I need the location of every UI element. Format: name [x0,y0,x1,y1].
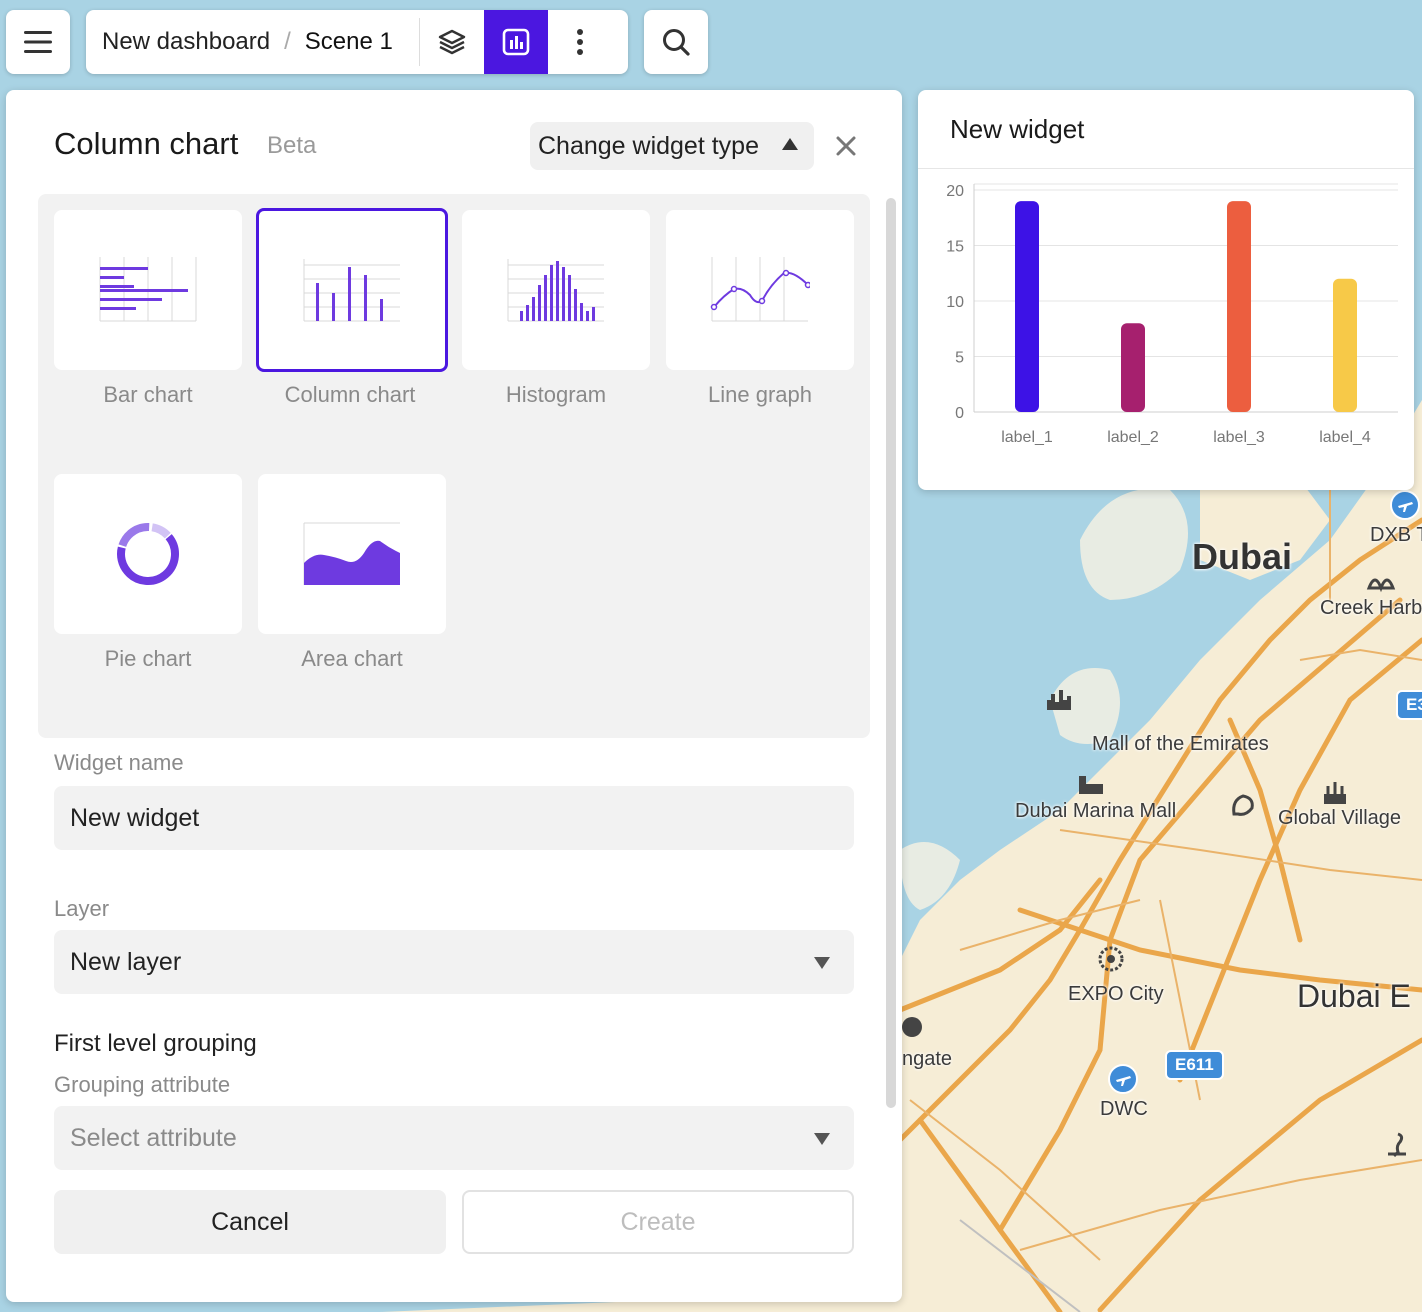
bar-label_1 [1015,201,1039,412]
chart-type-area[interactable] [258,474,446,634]
layers-icon [438,29,466,55]
caret-up-icon [782,138,798,150]
breadcrumb-separator: / [284,28,291,55]
map-label-dwc: DWC [1100,1098,1148,1120]
breadcrumb-dashboard[interactable]: New dashboard [86,28,270,56]
beta-badge: Beta [267,132,317,159]
layers-button[interactable] [420,10,484,74]
chart-type-bar-label: Bar chart [103,382,193,407]
x-tick-label: label_1 [1001,429,1053,446]
road-badge-e3: E3 [1396,690,1422,720]
area-chart-icon [303,522,400,585]
widget-editor-panel: Column chart Beta Change widget type Bar… [6,90,902,1302]
create-button[interactable]: Create [462,1190,854,1254]
map-label-marina-mall: Dubai Marina Mall [1015,800,1177,822]
landmark-icon[interactable] [1228,790,1258,820]
cancel-button[interactable]: Cancel [54,1190,446,1254]
widget-name-input[interactable]: New widget [54,786,854,850]
landmark-icon[interactable] [900,1012,930,1042]
chart-type-line-label: Line graph [708,382,812,407]
grouping-attribute-label: Grouping attribute [54,1072,231,1097]
panel-scrollbar[interactable] [886,198,896,1108]
dashboard-toolbar: New dashboard / Scene 1 [86,10,628,74]
chart-type-pie[interactable] [54,474,242,634]
histogram-icon [507,259,604,322]
chart-type-pie-label: Pie chart [104,646,192,671]
line-graph-icon [710,257,810,322]
dashboard-chart-icon [502,28,530,56]
change-widget-type-button[interactable]: Change widget type [530,122,814,170]
x-tick-label: label_4 [1319,429,1371,446]
chart-type-histogram-label: Histogram [505,382,607,407]
widget-preview[interactable]: New widget 0 5 10 15 20 label_1 label_2 label_3… [918,90,1414,490]
chart-type-histogram[interactable] [462,210,650,370]
menu-button[interactable] [6,10,70,74]
map-label-dubai-e: Dubai E [1297,978,1411,1014]
column-chart-icon [303,259,400,322]
bar-label_4 [1333,278,1357,412]
grouping-attribute-select[interactable]: Select attribute [54,1106,854,1170]
y-tick-label: 0 [955,405,964,422]
widget-divider [918,168,1414,169]
search-button[interactable] [644,10,708,74]
expo-landmark-icon[interactable] [1096,944,1126,974]
map-label-creek-harbour: Creek Harb [1320,597,1422,619]
widget-name-label: Widget name [54,750,184,775]
close-icon[interactable] [832,132,860,160]
chevron-down-icon [814,1133,830,1145]
column-chart: 0 5 10 15 20 label_1 label_2 label_3 label_4 [946,183,1398,446]
layer-select-value: New layer [70,947,182,976]
chart-type-column-label: Column chart [284,382,416,407]
map-label-global-village: Global Village [1278,807,1402,829]
change-widget-type-label: Change widget type [538,131,759,160]
x-tick-label: label_3 [1213,429,1265,446]
grouping-attribute-placeholder: Select attribute [70,1123,237,1152]
x-tick-label: label_2 [1107,429,1159,446]
widget-title: New widget [950,114,1085,144]
widgets-button[interactable] [483,10,548,74]
layer-select[interactable]: New layer [54,930,854,994]
grouping-section-title: First level grouping [54,1030,257,1057]
map-label-mall-emirates: Mall of the Emirates [1092,733,1269,755]
flamingo-icon[interactable] [1380,1130,1410,1160]
bar-chart-icon [99,257,197,322]
theme-park-icon[interactable] [1320,778,1350,808]
bar-label_3 [1227,201,1251,412]
pie-chart-icon [117,523,179,585]
y-tick-label: 20 [946,183,964,200]
chart-type-line[interactable] [666,210,854,370]
y-tick-label: 15 [946,239,964,256]
airport-icon[interactable] [1390,490,1420,520]
road-badge-e611: E611 [1165,1050,1224,1080]
map-label-dxb: DXB T [1370,524,1422,546]
bar-label_2 [1121,323,1145,412]
skyline-icon[interactable] [1044,686,1074,716]
breadcrumb-scene[interactable]: Scene 1 [305,28,393,56]
map-label-expo-city: EXPO City [1068,983,1164,1005]
chevron-down-icon [814,957,830,969]
y-tick-label: 5 [955,350,964,367]
mall-icon[interactable] [1076,770,1106,800]
airport-icon[interactable] [1108,1064,1138,1094]
map-label-dubai: Dubai [1192,536,1293,577]
more-options-button[interactable] [548,10,612,74]
map-label-ngate: ngate [902,1048,953,1070]
search-icon [663,29,690,56]
chart-type-column[interactable] [256,208,448,372]
layer-label: Layer [54,896,110,921]
more-vertical-icon [576,29,583,55]
panel-title: Column chart [54,126,239,161]
harbour-icon[interactable] [1366,566,1396,596]
chart-type-bar[interactable] [54,210,242,370]
hamburger-icon [24,31,52,53]
y-tick-label: 10 [946,294,964,311]
chart-type-area-label: Area chart [301,646,403,671]
